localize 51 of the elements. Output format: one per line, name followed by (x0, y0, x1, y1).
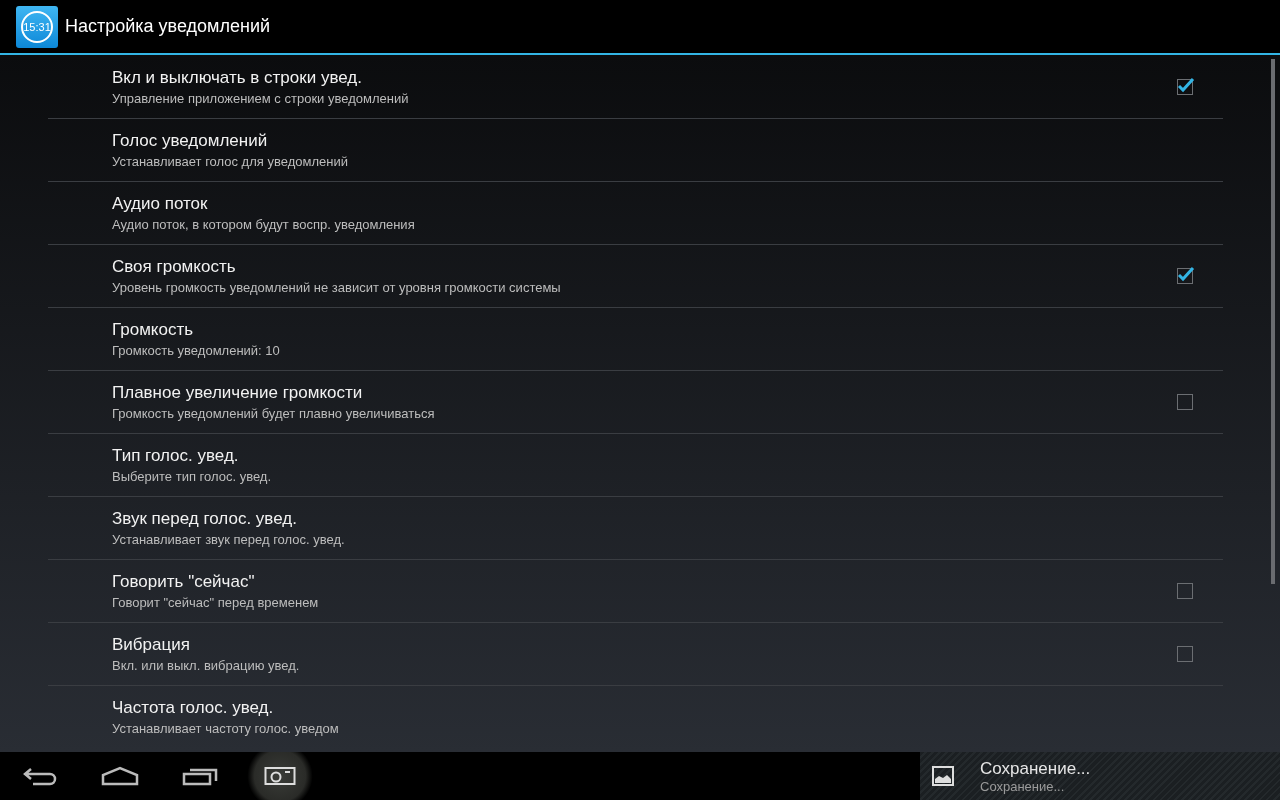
setting-title: Вибрация (112, 635, 191, 655)
setting-title: Своя громкость (112, 257, 237, 277)
setting-title: Вкл и выключать в строки увед. (112, 67, 363, 88)
check-icon (1177, 76, 1195, 93)
setting-title: Аудио поток (112, 194, 209, 214)
setting-title: Звук перед голос. увед. (112, 509, 298, 529)
settings-item[interactable]: Вибрация Вкл. или выкл. вибрацию увед. (48, 622, 1223, 685)
setting-title: Тип голос. увед. (112, 446, 240, 466)
setting-title: Частота голос. увед. (112, 698, 275, 718)
checkbox[interactable] (1177, 78, 1193, 95)
notification-title: Сохранение... (980, 758, 1091, 779)
settings-item[interactable]: Звук перед голос. увед. Устанавливает звук перед голос. увед. (48, 496, 1223, 559)
setting-summary: Устанавливает звук перед голос. увед. (112, 532, 346, 547)
checkbox[interactable] (1177, 646, 1193, 662)
notification[interactable]: Сохранение... Сохранение... (920, 752, 1280, 800)
camera-icon (264, 766, 296, 786)
home-icon (101, 766, 139, 786)
setting-summary: Выберите тип голос. увед. (112, 469, 273, 484)
setting-summary: Вкл. или выкл. вибрацию увед. (112, 658, 301, 673)
clock-time: 15:31 (21, 10, 53, 43)
setting-summary: Громкость уведомлений будет плавно увеличиваться (112, 406, 436, 421)
settings-item[interactable]: Тип голос. увед. Выберите тип голос. увед. (48, 433, 1223, 496)
settings-item[interactable]: Аудио поток Аудио поток, в котором будут воспр. уведомления (48, 181, 1223, 244)
settings-item[interactable]: Своя громкость Уровень громкость уведомлений не зависит от уровня громкости системы (48, 244, 1223, 307)
setting-summary: Уровень громкость уведомлений не зависит от уровня громкости системы (112, 280, 562, 295)
settings-item[interactable]: Вкл и выключать в строки увед. Управление приложением с строки уведомлений (48, 55, 1223, 118)
scrollbar[interactable] (1271, 59, 1275, 584)
notification-text: Сохранение... (980, 778, 1066, 794)
recents-icon (182, 766, 218, 786)
setting-title: Плавное увеличение громкости (112, 383, 364, 403)
setting-title: Голос уведомлений (112, 131, 269, 151)
checkbox[interactable] (1177, 583, 1193, 599)
setting-summary: Аудио поток, в котором будут воспр. уведомления (112, 217, 416, 232)
setting-title: Громкость (112, 320, 195, 340)
settings-item[interactable]: Плавное увеличение громкости Громкость уведомлений будет плавно увеличиваться (48, 370, 1223, 433)
settings-item[interactable]: Громкость Громкость уведомлений: 10 (48, 307, 1223, 370)
setting-summary: Устанавливает частоту голос. уведом (112, 721, 340, 736)
setting-summary: Говорит "сейчас" перед временем (112, 595, 320, 610)
checkbox[interactable] (1177, 394, 1193, 410)
screen-title: Настройка уведомлений (65, 16, 271, 37)
setting-title: Говорить "сейчас" (112, 572, 256, 592)
setting-summary: Управление приложением с строки уведомлений (112, 90, 410, 106)
picture-icon (932, 766, 954, 786)
settings-item[interactable]: Говорить "сейчас" Говорит "сейчас" перед временем (48, 559, 1223, 622)
back-icon (23, 766, 57, 786)
setting-summary: Устанавливает голос для уведомлений (112, 154, 349, 169)
setting-summary: Громкость уведомлений: 10 (112, 343, 281, 358)
checkbox[interactable] (1177, 268, 1193, 284)
settings-item[interactable]: Голос уведомлений Устанавливает голос для уведомлений (48, 118, 1223, 181)
check-icon (1177, 266, 1195, 282)
settings-item[interactable]: Частота голос. увед. Устанавливает частоту голос. уведом (48, 685, 1223, 748)
